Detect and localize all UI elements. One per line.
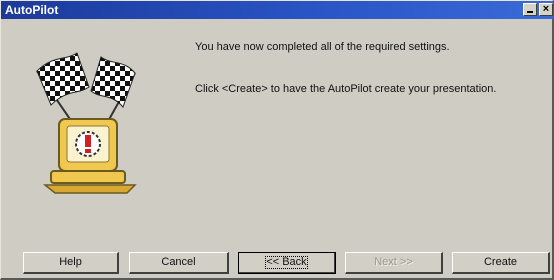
close-button[interactable]: × bbox=[539, 3, 553, 16]
cancel-button[interactable]: Cancel bbox=[129, 252, 229, 274]
window-title: AutoPilot bbox=[5, 3, 59, 17]
next-button-label: Next >> bbox=[374, 256, 413, 268]
create-button-label: Create bbox=[483, 256, 518, 268]
help-button-label: Help bbox=[59, 256, 82, 268]
minimize-button[interactable] bbox=[523, 3, 537, 16]
autopilot-dialog: AutoPilot × You have now completed all o… bbox=[0, 0, 554, 280]
completion-message: You have now completed all of the requir… bbox=[195, 41, 450, 53]
create-button[interactable]: Create bbox=[452, 252, 550, 274]
minimize-icon bbox=[527, 11, 533, 13]
next-button[interactable]: Next >> bbox=[345, 252, 443, 274]
create-instruction-message: Click <Create> to have the AutoPilot cre… bbox=[195, 83, 497, 95]
checkered-flags-computer-illustration bbox=[36, 52, 137, 194]
title-bar: AutoPilot × bbox=[1, 1, 553, 19]
back-button[interactable]: << Back bbox=[238, 252, 336, 274]
help-button[interactable]: Help bbox=[23, 252, 119, 274]
close-icon: × bbox=[542, 3, 550, 15]
cancel-button-label: Cancel bbox=[161, 256, 196, 268]
back-button-label: << Back bbox=[266, 256, 307, 268]
